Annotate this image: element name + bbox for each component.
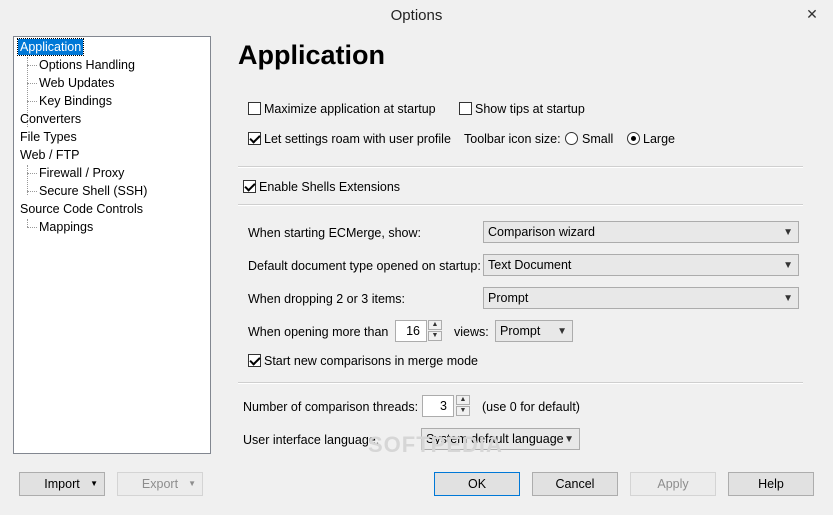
tree-item-options-handling[interactable]: Options Handling	[37, 57, 137, 73]
title-bar: Options ✕	[0, 0, 833, 32]
opening-more-value: 16	[406, 324, 420, 338]
tree-item-mappings[interactable]: Mappings	[37, 219, 95, 235]
separator	[238, 166, 803, 168]
chevron-down-icon: ▼	[783, 293, 793, 304]
dropdown-arrow-icon: ▼	[90, 479, 98, 488]
tree-connector	[27, 173, 37, 174]
threads-hint: (use 0 for default)	[482, 400, 580, 414]
dropping-select[interactable]: Prompt ▼	[483, 287, 799, 309]
tree-item-source-code-controls[interactable]: Source Code Controls	[18, 201, 145, 217]
spin-down-icon[interactable]: ▼	[456, 406, 470, 416]
default-doc-select[interactable]: Text Document ▼	[483, 254, 799, 276]
options-tree[interactable]: Application Options Handling Web Updates…	[13, 36, 211, 454]
merge-mode-label: Start new comparisons in merge mode	[264, 354, 478, 368]
watermark: SOFTPEDIA	[368, 432, 503, 457]
icon-size-large-label: Large	[643, 132, 675, 146]
chevron-down-icon: ▼	[783, 227, 793, 238]
show-tips-label: Show tips at startup	[475, 102, 585, 116]
default-doc-label: Default document type opened on startup:	[248, 259, 481, 273]
dropdown-arrow-icon: ▼	[188, 479, 196, 488]
views-label: views:	[454, 325, 489, 339]
close-icon[interactable]: ✕	[801, 4, 823, 24]
cancel-button[interactable]: Cancel	[532, 472, 618, 496]
roam-checkbox[interactable]	[248, 132, 261, 145]
roam-label: Let settings roam with user profile	[264, 132, 451, 146]
language-label: User interface language:	[243, 433, 380, 447]
icon-size-small-label: Small	[582, 132, 614, 146]
tree-item-secure-shell[interactable]: Secure Shell (SSH)	[37, 183, 149, 199]
dropping-value: Prompt	[488, 291, 529, 305]
tree-item-file-types[interactable]: File Types	[18, 129, 79, 145]
chevron-down-icon: ▼	[783, 260, 793, 271]
merge-mode-checkbox[interactable]	[248, 354, 261, 367]
show-tips-checkbox[interactable]	[459, 102, 472, 115]
tree-connector	[27, 219, 28, 227]
shell-ext-checkbox[interactable]	[243, 180, 256, 193]
views-select[interactable]: Prompt ▼	[495, 320, 573, 342]
maximize-label: Maximize application at startup	[264, 102, 436, 116]
threads-input[interactable]: 3	[422, 395, 454, 417]
tree-item-converters[interactable]: Converters	[18, 111, 83, 127]
chevron-down-icon: ▼	[564, 434, 574, 445]
tree-connector	[27, 227, 37, 228]
tree-connector	[27, 191, 37, 192]
window-title: Options	[390, 7, 443, 24]
spin-up-icon[interactable]: ▲	[428, 320, 442, 330]
threads-value: 3	[440, 399, 447, 413]
default-doc-value: Text Document	[488, 258, 572, 272]
tree-item-web-ftp[interactable]: Web / FTP	[18, 147, 82, 163]
tree-connector	[27, 101, 37, 102]
apply-button[interactable]: Apply	[630, 472, 716, 496]
maximize-checkbox[interactable]	[248, 102, 261, 115]
threads-label: Number of comparison threads:	[243, 400, 419, 414]
startup-show-select[interactable]: Comparison wizard ▼	[483, 221, 799, 243]
tree-connector	[27, 65, 37, 66]
tree-item-key-bindings[interactable]: Key Bindings	[37, 93, 114, 109]
spin-down-icon[interactable]: ▼	[428, 331, 442, 341]
opening-more-label: When opening more than	[248, 325, 389, 339]
help-button[interactable]: Help	[728, 472, 814, 496]
tree-item-web-updates[interactable]: Web Updates	[37, 75, 117, 91]
export-button-label: Export	[141, 477, 179, 491]
separator	[238, 204, 803, 206]
import-button[interactable]: Import ▼	[19, 472, 105, 496]
toolbar-icon-size-label: Toolbar icon size:	[464, 132, 561, 146]
startup-show-value: Comparison wizard	[488, 225, 595, 239]
separator	[238, 382, 803, 384]
views-value: Prompt	[500, 324, 541, 338]
icon-size-large-radio[interactable]	[627, 132, 640, 145]
chevron-down-icon: ▼	[557, 326, 567, 337]
tree-item-application[interactable]: Application	[16, 38, 85, 56]
spin-up-icon[interactable]: ▲	[456, 395, 470, 405]
shell-ext-label: Enable Shells Extensions	[259, 180, 401, 194]
export-button[interactable]: Export ▼	[117, 472, 203, 496]
tree-item-firewall-proxy[interactable]: Firewall / Proxy	[37, 165, 126, 181]
tree-connector	[27, 83, 37, 84]
icon-size-small-radio[interactable]	[565, 132, 578, 145]
page-title: Application	[238, 40, 385, 70]
dropping-label: When dropping 2 or 3 items:	[248, 292, 406, 306]
opening-more-input[interactable]: 16	[395, 320, 427, 342]
ok-button[interactable]: OK	[434, 472, 520, 496]
startup-show-label: When starting ECMerge, show:	[248, 226, 421, 240]
import-button-label: Import	[44, 477, 80, 491]
